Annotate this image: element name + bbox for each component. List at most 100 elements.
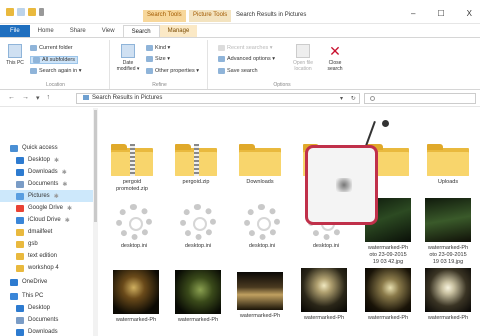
nav-workshop-4[interactable]: workshop 4	[16, 262, 59, 274]
nav-scrollbar[interactable]	[93, 108, 98, 336]
size-label: Size ▾	[155, 56, 170, 62]
save-search-button[interactable]: Save search	[218, 68, 258, 74]
address-controls: ▾ ↻	[340, 95, 356, 102]
file-item[interactable]: watermarked-Ph	[229, 272, 291, 320]
save-search-label: Save search	[227, 68, 258, 74]
nav-icloud-drive[interactable]: iCloud Drive ✱	[16, 214, 70, 226]
properties-icon[interactable]	[17, 8, 25, 16]
file-item[interactable]: pergoid.zip	[165, 144, 227, 186]
nav-text-edition[interactable]: text edition	[16, 250, 57, 262]
window-title: Search Results in Pictures	[236, 12, 307, 18]
nav-pc-documents[interactable]: Documents	[16, 314, 58, 326]
nav-pc-downloads[interactable]: Downloads	[16, 326, 58, 336]
search-again-icon	[30, 68, 37, 74]
other-properties-button[interactable]: Other properties ▾	[146, 68, 199, 74]
tab-view[interactable]: View	[94, 25, 123, 37]
back-button[interactable]: ←	[8, 94, 15, 102]
file-name: watermarked-Ph oto 23-09-2015 19 03 19.j…	[427, 245, 469, 265]
close-button[interactable]: X	[467, 9, 472, 18]
file-name: desktop.ini	[120, 243, 148, 249]
ribbon-group-options: Recent searches ▾ Advanced options ▾ Sav…	[210, 40, 354, 89]
ribbon-group-refine: Date modified ▾ Kind ▾ Size ▾ Other prop…	[112, 40, 208, 89]
recent-searches-button[interactable]: Recent searches ▾	[218, 45, 273, 51]
nav-label: Downloads	[28, 169, 58, 175]
file-item[interactable]: watermarked-Ph	[293, 268, 355, 322]
file-item[interactable]: desktop.ini	[167, 204, 229, 250]
date-modified-button[interactable]: Date modified ▾	[114, 44, 142, 72]
nav-this-pc[interactable]: This PC	[10, 290, 43, 302]
nav-label: text edition	[28, 253, 58, 259]
advanced-options-icon	[218, 56, 225, 62]
customize-qat-icon[interactable]	[39, 8, 44, 16]
nav-gsb[interactable]: gsb	[16, 238, 38, 250]
advanced-options-button[interactable]: Advanced options ▾	[218, 56, 275, 62]
nav-quick-access[interactable]: Quick access	[10, 142, 58, 154]
file-item[interactable]: watermarked-Ph	[167, 270, 229, 324]
file-item[interactable]: watermarked-Ph oto 23-09-2015 19 03 19.j…	[417, 198, 479, 266]
file-item[interactable]: watermarked-Ph	[105, 270, 167, 324]
nav-dmailfeet[interactable]: dmailfeet	[16, 226, 52, 238]
nav-label: Quick access	[22, 145, 58, 151]
all-subfolders-label: All subfolders	[42, 57, 76, 63]
file-item[interactable]: Downloads	[229, 144, 291, 186]
tab-home[interactable]: Home	[30, 25, 62, 37]
new-folder-icon[interactable]	[28, 8, 36, 16]
ribbon-group-location: This PC Current folder All subfolders Se…	[2, 40, 110, 89]
recent-locations-button[interactable]: ▾	[36, 94, 40, 102]
up-button[interactable]: ↑	[47, 94, 51, 102]
file-item[interactable]: Uploads	[417, 144, 479, 186]
file-item[interactable]: watermarked-Ph	[417, 268, 479, 322]
this-pc-button[interactable]: This PC	[4, 44, 26, 66]
tab-search[interactable]: Search	[122, 25, 160, 37]
open-file-location-button[interactable]: Open file location	[290, 44, 316, 72]
nav-google-drive[interactable]: Google Drive ✱	[16, 202, 72, 214]
folder-icon	[427, 144, 469, 176]
search-input[interactable]	[364, 93, 476, 104]
tab-share[interactable]: Share	[62, 25, 94, 37]
nav-desktop[interactable]: Desktop ✱	[16, 154, 59, 166]
file-item[interactable]: desktop.ini	[103, 204, 165, 250]
pin-icon: ✱	[53, 193, 59, 200]
pin-icon: ✱	[54, 157, 60, 164]
maximize-button[interactable]: ☐	[437, 9, 444, 18]
nav-label: OneDrive	[22, 279, 48, 285]
kind-icon	[146, 45, 153, 51]
nav-label: Desktop	[28, 157, 51, 163]
nav-pc-desktop[interactable]: Desktop	[16, 302, 50, 314]
current-folder-label: Current folder	[39, 45, 73, 51]
search-again-button[interactable]: Search again in ▾	[30, 68, 82, 74]
file-item[interactable]: pergoid promoted.zip	[101, 144, 163, 193]
options-group-label: Options	[273, 82, 291, 88]
zip-folder-icon	[111, 144, 153, 176]
tab-manage[interactable]: Manage	[159, 25, 198, 37]
address-input[interactable]: Search Results in Pictures	[76, 93, 360, 104]
close-search-label: Close search	[327, 60, 343, 72]
minimize-button[interactable]: –	[411, 9, 415, 18]
date-modified-label: Date modified ▾	[116, 60, 140, 72]
scrollbar-thumb[interactable]	[94, 110, 97, 222]
forward-button[interactable]: →	[22, 94, 29, 102]
settings-file-icon	[180, 204, 216, 240]
refresh-button[interactable]: ↻	[351, 96, 356, 102]
callout-dot	[382, 120, 389, 127]
kind-button[interactable]: Kind ▾	[146, 45, 170, 51]
file-name: Downloads	[246, 179, 274, 185]
nav-downloads[interactable]: Downloads ✱	[16, 166, 67, 178]
all-subfolders-button[interactable]: All subfolders	[30, 56, 79, 64]
nav-onedrive[interactable]: OneDrive	[10, 276, 47, 288]
recent-searches-icon	[218, 45, 225, 51]
navigation-buttons: ← → ▾ ↑	[8, 94, 50, 102]
folder-icon	[16, 264, 24, 272]
size-button[interactable]: Size ▾	[146, 56, 170, 62]
file-name: desktop.ini	[184, 243, 212, 249]
address-dropdown-button[interactable]: ▾	[340, 96, 343, 102]
close-search-icon: ✕	[329, 43, 341, 59]
tab-file[interactable]: File	[0, 25, 30, 37]
file-item[interactable]: desktop.ini	[231, 204, 293, 250]
nav-pictures[interactable]: Pictures ✱	[0, 190, 96, 202]
file-item[interactable]: watermarked-Ph	[357, 268, 419, 322]
nav-documents[interactable]: Documents ✱	[16, 178, 67, 190]
close-search-button[interactable]: ✕ Close search	[322, 44, 348, 72]
photo-thumbnail	[425, 198, 471, 242]
current-folder-button[interactable]: Current folder	[30, 45, 73, 51]
